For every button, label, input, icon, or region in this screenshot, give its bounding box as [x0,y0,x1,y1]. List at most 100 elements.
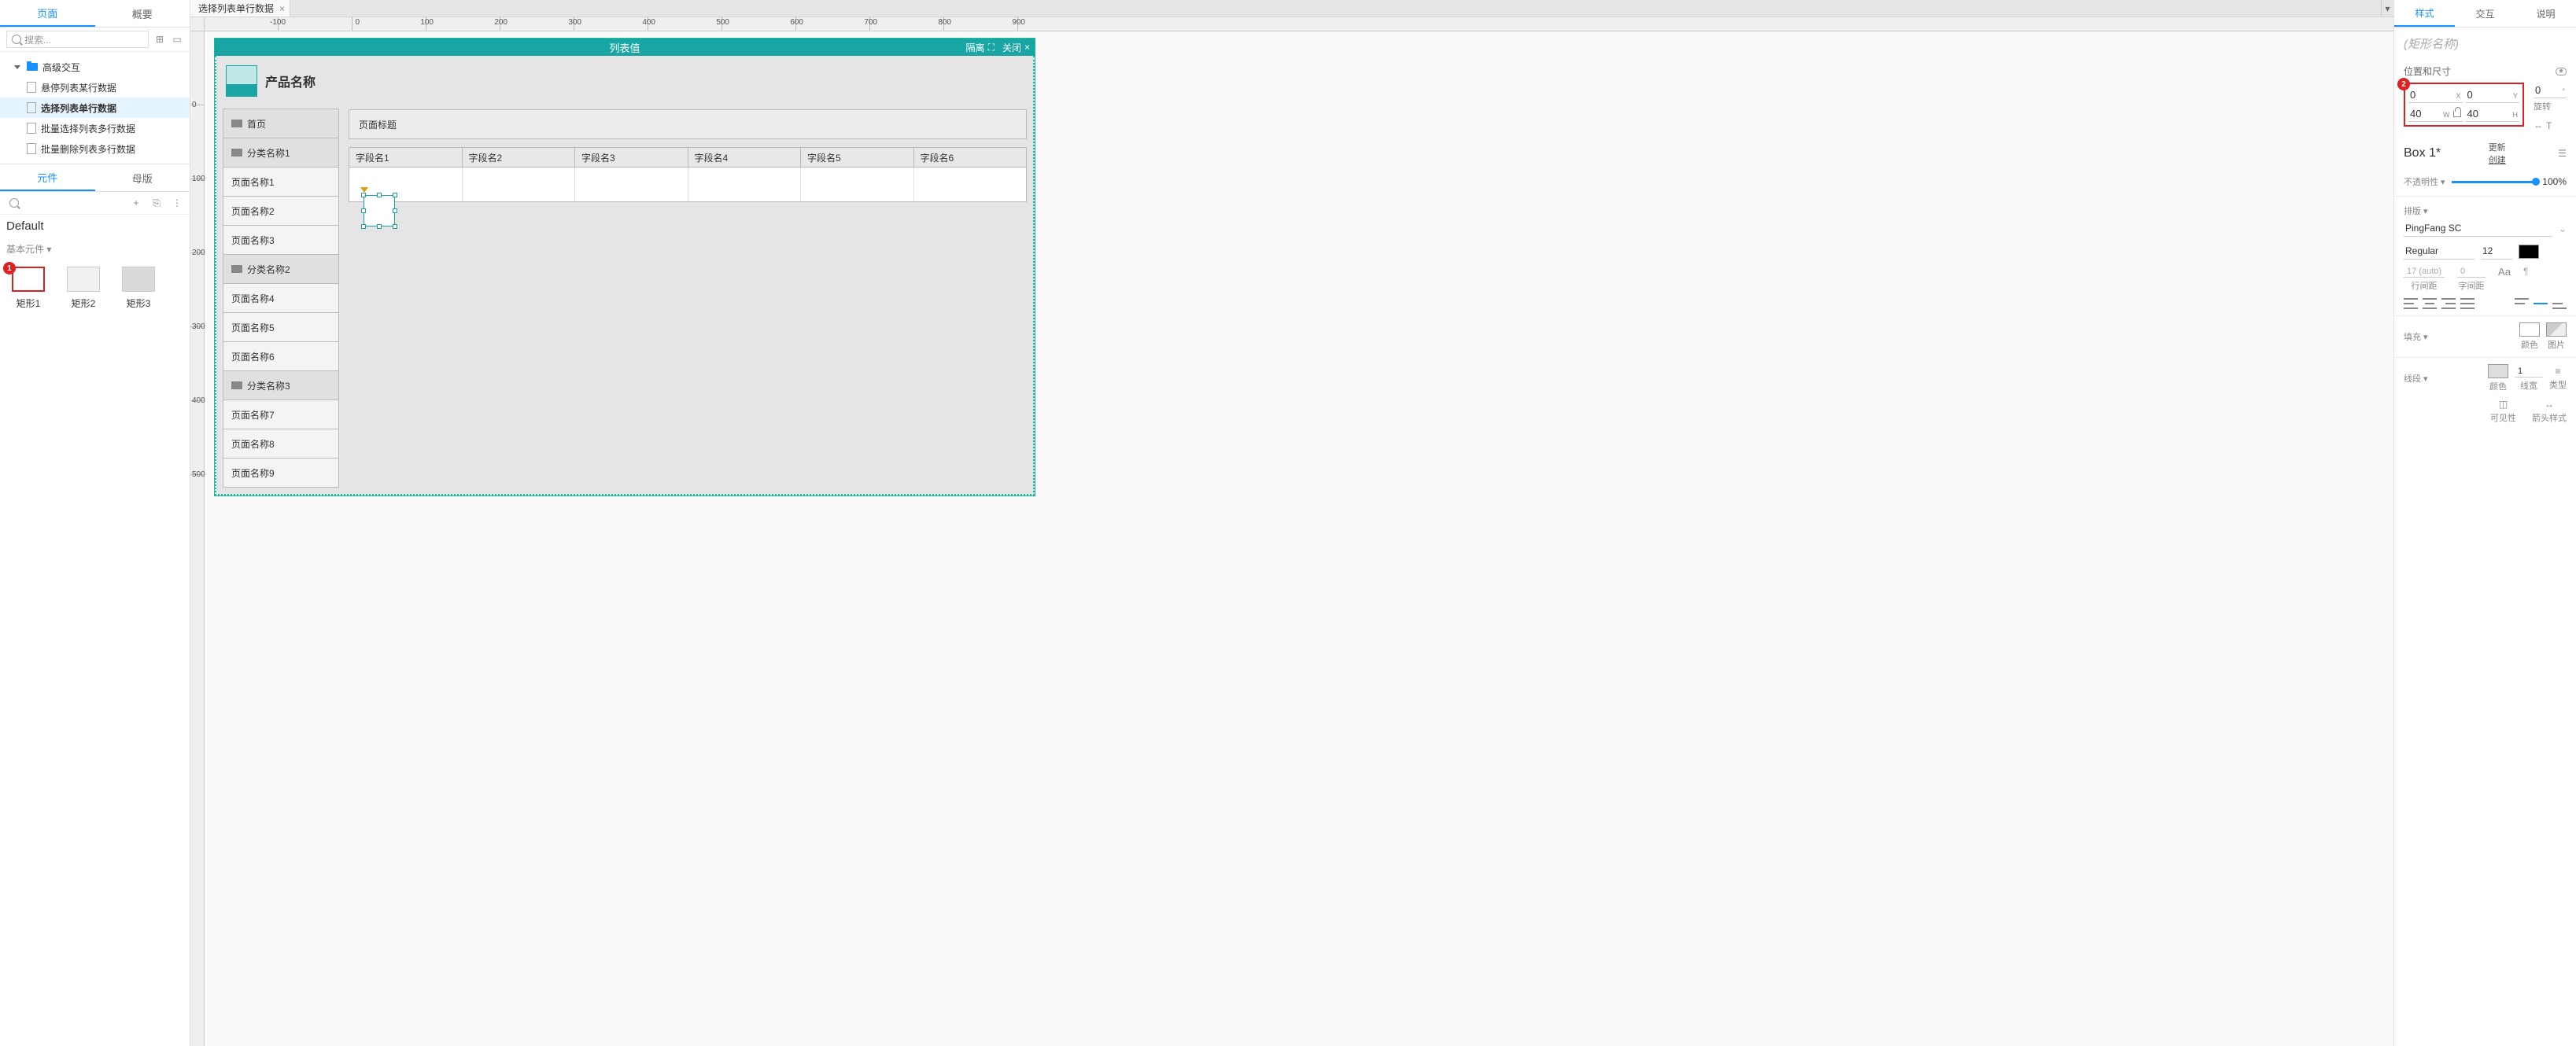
resize-handle[interactable] [361,208,366,213]
tab-widgets[interactable]: 元件 [0,164,95,191]
page-row-active[interactable]: 选择列表单行数据 [0,98,190,118]
table-row[interactable] [349,168,1027,202]
column-header[interactable]: 字段名1 [349,147,463,168]
flip-h-icon[interactable]: ⇔ [2534,120,2543,131]
valign-middle-icon[interactable] [2534,298,2548,309]
page-search-input[interactable]: 搜索... [6,31,149,48]
letter-spacing-input[interactable]: 0 [2457,266,2486,278]
text-transform-icon[interactable]: Aa [2498,266,2511,278]
resize-handle[interactable] [393,193,397,197]
font-family-select[interactable]: PingFang SC [2404,220,2552,237]
artboard[interactable]: 列表值 隔离 ⛶ 关闭 × 产品名称 首页 分类名称1 页面名称1 页 [214,38,1035,496]
tab-style[interactable]: 样式 [2394,0,2455,27]
lib-menu-button[interactable]: ⋮ [171,197,183,209]
page-title-box[interactable]: 页面标题 [349,109,1027,139]
nav-item[interactable]: 页面名称3 [223,225,339,255]
add-folder-button[interactable]: ▭ [171,33,183,46]
close-icon[interactable]: × [279,3,285,14]
stroke-color-swatch[interactable] [2488,364,2508,378]
valign-bottom-icon[interactable] [2552,298,2567,309]
add-lib-button[interactable]: + [130,197,142,209]
typography-label[interactable]: 排版 ▾ [2404,207,2428,216]
column-header[interactable]: 字段名4 [688,147,802,168]
text-options-icon[interactable]: ¶ [2523,266,2528,277]
fill-image-swatch[interactable] [2546,322,2567,337]
cell[interactable] [913,168,1027,201]
lib-import-button[interactable]: ⎘ [150,197,163,209]
resize-handle[interactable] [377,224,382,229]
visibility-toggle-icon[interactable]: ◫ [2499,399,2508,410]
arrow-style-icon[interactable]: ↔ [2545,399,2554,410]
update-style-link[interactable]: 更新 [2489,141,2506,153]
font-color-swatch[interactable] [2519,245,2539,259]
opacity-slider[interactable] [2452,181,2537,183]
visibility-icon[interactable] [2556,68,2567,76]
cell[interactable] [462,168,575,201]
style-manage-icon[interactable]: ☰ [2558,148,2567,159]
tab-notes[interactable]: 说明 [2515,0,2576,27]
column-header[interactable]: 字段名2 [462,147,576,168]
x-input[interactable]: 0X [2408,87,2463,103]
line-height-input[interactable]: 17 (auto) [2404,266,2445,278]
fill-color-swatch[interactable] [2519,322,2540,337]
tab-masters[interactable]: 母版 [95,164,190,191]
nav-item[interactable]: 分类名称2 [223,254,339,284]
cell[interactable] [688,168,801,201]
rotation-input[interactable]: 0° [2534,83,2567,98]
selected-box[interactable] [364,195,395,227]
close-button[interactable]: 关闭 × [1002,41,1030,54]
widget-rect3[interactable]: 矩形3 [121,267,156,310]
canvas[interactable]: 列表值 隔离 ⛶ 关闭 × 产品名称 首页 分类名称1 页面名称1 页 [205,31,2393,1046]
resize-handle[interactable] [377,193,382,197]
valign-top-icon[interactable] [2515,298,2529,309]
font-dropdown-icon[interactable]: ⌄ [2559,223,2567,234]
resize-handle[interactable] [361,193,366,197]
nav-item[interactable]: 页面名称1 [223,167,339,197]
align-left-icon[interactable] [2404,298,2418,309]
align-justify-icon[interactable] [2460,298,2475,309]
resize-handle[interactable] [393,224,397,229]
resize-handle[interactable] [393,208,397,213]
page-row[interactable]: 悬停列表某行数据 [0,77,190,98]
h-input[interactable]: 40H [2466,106,2520,122]
tab-pages[interactable]: 页面 [0,0,95,27]
tabbar-menu[interactable]: ▾ [2381,0,2393,17]
tab-outline[interactable]: 概要 [95,0,190,27]
tab-interactions[interactable]: 交互 [2455,0,2515,27]
cell[interactable] [800,168,913,201]
stroke-width-input[interactable]: 1 [2515,366,2543,378]
nav-item[interactable]: 页面名称2 [223,196,339,226]
nav-item[interactable]: 分类名称1 [223,138,339,168]
library-name[interactable]: Default [0,215,190,238]
nav-item[interactable]: 分类名称3 [223,370,339,400]
nav-item[interactable]: 首页 [223,109,339,138]
selected-element[interactable] [364,195,395,227]
font-size-input[interactable]: 12 [2481,243,2512,260]
library-section[interactable]: 基本元件 ▾ [0,238,190,260]
opacity-label[interactable]: 不透明性 ▾ [2404,175,2445,188]
cell[interactable] [574,168,688,201]
align-right-icon[interactable] [2441,298,2456,309]
add-page-button[interactable]: ⊞ [153,33,166,46]
create-style-link[interactable]: 创建 [2489,153,2506,166]
nav-item[interactable]: 页面名称5 [223,312,339,342]
align-center-icon[interactable] [2423,298,2437,309]
nav-item[interactable]: 页面名称4 [223,283,339,313]
nav-item[interactable]: 页面名称9 [223,458,339,488]
opacity-value[interactable]: 100% [2542,176,2567,187]
folder-row[interactable]: 高级交互 [0,57,190,77]
widget-rect2[interactable]: 矩形2 [66,267,101,310]
isolate-button[interactable]: 隔离 ⛶ [966,41,995,54]
resize-handle[interactable] [361,224,366,229]
nav-item[interactable]: 页面名称7 [223,400,339,429]
column-header[interactable]: 字段名6 [913,147,1028,168]
fill-label[interactable]: 填充 ▾ [2404,330,2428,343]
widget-rect1[interactable]: 1 矩形1 [11,267,46,310]
page-row[interactable]: 批量删除列表多行数据 [0,138,190,159]
search-icon[interactable] [9,198,19,208]
y-input[interactable]: 0Y [2466,87,2520,103]
nav-item[interactable]: 页面名称6 [223,341,339,371]
shape-name-input[interactable]: (矩形名称) [2394,28,2576,60]
column-header[interactable]: 字段名5 [800,147,914,168]
stroke-type-icon[interactable]: ≡ [2555,366,2560,377]
